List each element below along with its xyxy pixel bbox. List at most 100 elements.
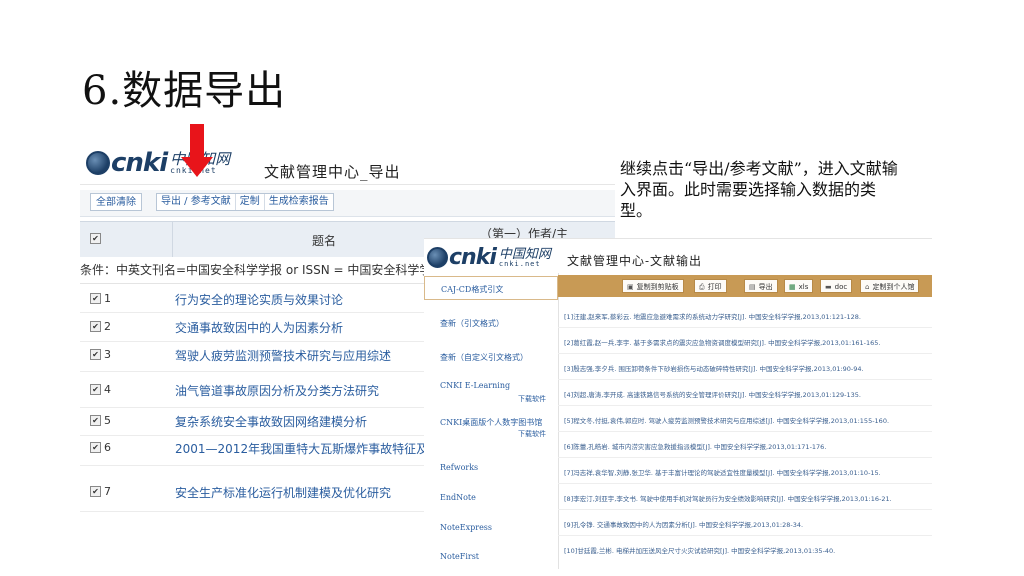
citation-divider: [558, 327, 932, 328]
s2-header: cnki 中国知网 cnki.net 文献管理中心-文献输出: [424, 239, 932, 273]
row-title-link[interactable]: 2001—2012年我国重特大瓦斯爆炸事故特征及发生: [175, 440, 452, 457]
slide-title: 6.数据导出: [82, 68, 287, 114]
row-number: 1: [104, 292, 111, 305]
doc-button[interactable]: ▬ doc: [820, 279, 853, 293]
sidebar-item-caj-cd[interactable]: CAJ-CD格式引文: [424, 276, 558, 300]
sidebar-item-novelty-citation[interactable]: 查新（引文格式）: [424, 309, 558, 339]
row-checkbox[interactable]: ✔: [90, 486, 101, 497]
cnki-logo-icon: [427, 247, 448, 268]
row-title-link[interactable]: 驾驶人疲劳监测预警技术研究与应用综述: [175, 347, 391, 364]
citation-item: [4]刘超,唐涛,李开成. 高速铁路信号系统的安全管理评价研究[J]. 中国安全…: [564, 391, 861, 399]
row-checkbox[interactable]: ✔: [90, 321, 101, 332]
cnki-logo-cn: 中国知网: [498, 246, 551, 262]
excel-icon: ▦: [789, 283, 796, 291]
row-number: 7: [104, 485, 111, 498]
printer-icon: ⎙: [699, 283, 705, 291]
citation-item: [3]殷志强,李夕兵. 围压卸荷条件下砂岩损伤与动态破碎特性研究[J]. 中国安…: [564, 365, 864, 373]
print-label: 打印: [707, 283, 722, 291]
clipboard-icon: ▣: [627, 283, 634, 291]
citation-divider: [558, 535, 932, 536]
gen-report-button[interactable]: 生成检索报告: [265, 194, 333, 210]
sidebar-item-label: 查新（引文格式）: [440, 319, 504, 328]
custom-library-button[interactable]: ⌂ 定制到个人馆: [860, 279, 920, 293]
row-checkbox[interactable]: ✔: [90, 442, 101, 453]
row-number: 6: [104, 441, 111, 454]
citation-divider: [558, 405, 932, 406]
citation-item: [9]孔令铮. 交通事故致因中的人为因素分析[J]. 中国安全科学学报,2013…: [564, 521, 804, 529]
sidebar-item-label: EndNote: [440, 493, 476, 502]
clear-all-button[interactable]: 全部清除: [90, 193, 142, 211]
copy-clipboard-button[interactable]: ▣ 复制到剪贴板: [622, 279, 684, 293]
sidebar-item-endnote[interactable]: EndNote: [424, 481, 558, 511]
citation-item: [1]汪建,赵来军,蔡彩云. 地震应急避难需求的系统动力学研究[J]. 中国安全…: [564, 313, 861, 321]
citation-divider: [558, 457, 932, 458]
sidebar-item-label: CAJ-CD格式引文: [441, 285, 504, 294]
row-title-link[interactable]: 复杂系统安全事故致因网络建模分析: [175, 413, 367, 430]
custom-label: 定制到个人馆: [872, 283, 915, 291]
citation-item: [10]甘廷霞,兰彬. 电梯井加压送风全尺寸火灾试验研究[J]. 中国安全科学学…: [564, 547, 836, 555]
library-icon: ⌂: [865, 283, 870, 291]
save-icon: ▬: [825, 283, 832, 291]
row-title-link[interactable]: 交通事故致因中的人为因素分析: [175, 319, 343, 336]
citation-divider: [558, 353, 932, 354]
xls-button[interactable]: ▦ xls: [784, 279, 814, 293]
row-title-link[interactable]: 油气管道事故原因分析及分类方法研究: [175, 382, 379, 399]
cnki-logo-brand: cnki: [449, 245, 497, 270]
sidebar-item-label: 查新（自定义引文格式）: [440, 353, 528, 362]
xls-label: xls: [798, 283, 809, 291]
row-checkbox[interactable]: ✔: [90, 293, 101, 304]
cnki-logo-net: cnki.net: [498, 259, 541, 268]
sidebar-item-refworks[interactable]: Refworks: [424, 451, 558, 481]
sidebar-item-label: CNKI桌面版个人数字图书馆: [440, 418, 543, 427]
select-all-checkbox[interactable]: ✔: [90, 233, 101, 244]
export-label: 导出: [758, 283, 773, 291]
cnki-logo: cnki 中国知网 cnki.net: [427, 245, 551, 270]
citation-item: [6]陈蕾,孔皓岩. 城市内涝灾害应急救援指派模型[J]. 中国安全科学学报,2…: [564, 443, 827, 451]
export-ref-button[interactable]: 导出 / 参考文献: [157, 194, 236, 210]
cnki-logo-icon: [86, 151, 110, 175]
s1-toolbar-group: 导出 / 参考文献 定制 生成检索报告: [156, 193, 334, 211]
citation-divider: [558, 509, 932, 510]
customize-button[interactable]: 定制: [236, 194, 265, 210]
s1-header: cnki 中国知网 cnki.net 文献管理中心_导出: [80, 140, 615, 185]
sidebar-item-label: NoteExpress: [440, 523, 493, 532]
print-button[interactable]: ⎙ 打印: [694, 279, 727, 293]
sidebar-download-link[interactable]: 下载软件: [518, 429, 546, 439]
export-button[interactable]: ▤ 导出: [744, 279, 778, 293]
copy-label: 复制到剪贴板: [636, 283, 679, 291]
citation-list: [1]汪建,赵来军,蔡彩云. 地震应急避难需求的系统动力学研究[J]. 中国安全…: [558, 297, 932, 569]
sidebar-item-noteexpress[interactable]: NoteExpress: [424, 511, 558, 541]
citation-divider: [558, 483, 932, 484]
row-checkbox[interactable]: ✔: [90, 349, 101, 360]
s1-toolbar: 全部清除 导出 / 参考文献 定制 生成检索报告: [80, 190, 615, 217]
s2-app-title: 文献管理中心-文献输出: [567, 254, 703, 268]
citation-item: [5]程文冬,付挺,袁伟,郭应时. 驾驶人疲劳监测预警技术研究与应用综述[J].…: [564, 417, 890, 425]
sidebar-item-novelty-custom[interactable]: 查新（自定义引文格式）: [424, 341, 558, 373]
sidebar-item-label: CNKI E-Learning: [440, 381, 511, 390]
row-checkbox[interactable]: ✔: [90, 384, 101, 395]
citation-item: [8]李宏汀,刘亚宇,李文书. 驾驶中使用手机对驾驶员行为安全绩效影响研究[J]…: [564, 495, 892, 503]
doc-label: doc: [834, 283, 848, 291]
sidebar-item-label: Refworks: [440, 463, 479, 472]
format-sidebar: CAJ-CD格式引文 查新（引文格式） 查新（自定义引文格式） CNKI E-L…: [424, 273, 559, 569]
header-divider: [172, 222, 173, 258]
row-number: 4: [104, 383, 111, 396]
output-toolbar: ▣ 复制到剪贴板 ⎙ 打印 ▤ 导出 ▦ xls ▬ doc ⌂ 定制到个人馆: [558, 275, 932, 297]
row-title-link[interactable]: 安全生产标准化运行机制建模及优化研究: [175, 484, 391, 501]
document-icon: ▤: [749, 283, 756, 291]
row-number: 2: [104, 320, 111, 333]
sidebar-item-notefirst[interactable]: NoteFirst: [424, 541, 558, 569]
screenshot-document-output: cnki 中国知网 cnki.net 文献管理中心-文献输出 CAJ-CD格式引…: [424, 238, 932, 569]
row-number: 5: [104, 414, 111, 427]
sidebar-download-link[interactable]: 下载软件: [518, 394, 546, 404]
s1-app-title: 文献管理中心_导出: [264, 163, 401, 181]
slide-description: 继续点击“导出/参考文献”，进入文献输入界面。此时需要选择输入数据的类型。: [620, 159, 898, 220]
citation-divider: [558, 379, 932, 380]
sidebar-item-personal-library[interactable]: CNKI桌面版个人数字图书馆 下载软件: [424, 411, 558, 449]
citation-divider: [558, 431, 932, 432]
cnki-logo-brand: cnki: [111, 148, 168, 178]
sidebar-item-label: NoteFirst: [440, 552, 480, 561]
row-checkbox[interactable]: ✔: [90, 415, 101, 426]
row-title-link[interactable]: 行为安全的理论实质与效果讨论: [175, 291, 343, 308]
sidebar-item-elearning[interactable]: CNKI E-Learning 下载软件: [424, 373, 558, 409]
